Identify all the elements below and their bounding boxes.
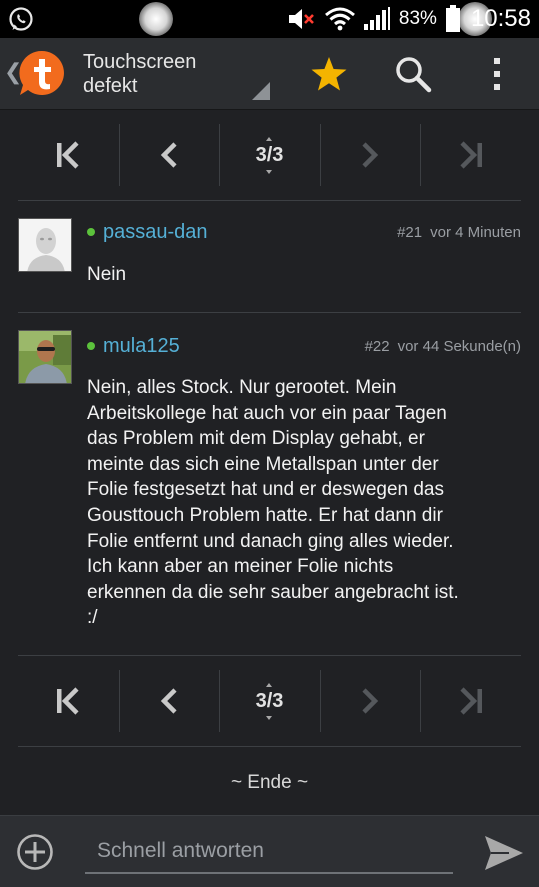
quick-reply-bar [0,815,539,887]
first-page-button[interactable] [18,110,119,200]
divider [18,312,521,313]
first-page-button[interactable] [18,656,119,746]
battery-icon [445,5,460,32]
post-body-line: :/ [87,607,98,629]
status-bar: 83% 10:58 [0,0,539,38]
overflow-menu-icon [494,58,500,90]
post-item: passau-dan #21 vor 4 Minuten Nein [18,218,521,313]
thread-title[interactable]: Touchscreen defekt [83,50,253,98]
previous-page-icon [160,142,177,168]
post-item: mula125 #22 vor 44 Sekunde(n) Nein, alles… [18,330,521,650]
star-icon [311,57,347,91]
signal-icon [363,7,390,30]
post-time: vor 4 Minuten [430,224,521,241]
search-button[interactable] [391,52,435,96]
thread-title-line1: Touchscreen [83,51,197,73]
online-indicator [87,342,95,350]
post-time: vor 44 Sekunde(n) [397,338,521,355]
post-username[interactable]: passau-dan [103,221,208,244]
next-page-button[interactable] [319,656,421,746]
clock: 10:58 [470,5,531,32]
post-body: Nein [87,264,127,285]
post-body-line: Gousttouch Problem hatte. Er hat dann di… [87,504,443,526]
online-indicator [87,228,95,236]
last-page-button[interactable] [420,656,521,746]
post-body-line: meinte das sich eine Metallspan unter de… [87,453,439,475]
post-body-line: Nein, alles Stock. Nur gerootet. Mein [87,377,397,398]
add-attachment-icon[interactable] [16,833,54,871]
post-body-line: Arbeitskollege hat auch vor ein paar Tag… [87,402,447,424]
thread-title-line2: defekt [83,75,138,97]
post-meta: #22 vor 44 Sekunde(n) [365,338,521,355]
divider [18,200,521,201]
search-icon [396,57,432,93]
pager-bottom: 3/3 [18,656,521,746]
post-number: #21 [397,224,423,241]
first-page-icon [57,687,79,715]
favorite-button[interactable] [307,52,351,96]
next-page-button[interactable] [319,110,421,200]
next-page-icon [362,688,379,714]
first-page-icon [57,141,79,169]
post-body-line: Ich kann aber an meiner Folie nichts [87,556,394,578]
post-body-line: das Problem mit dem Display gehabt, er [87,428,425,450]
post-body-line: erkennen da die sehr sauber angebracht i… [87,581,459,603]
page-indicator: 3/3 [255,682,284,720]
wifi-icon [324,7,355,31]
last-page-icon [460,141,482,169]
whatsapp-icon [9,7,33,31]
post-meta: #21 vor 4 Minuten [397,224,521,241]
tapatalk-logo[interactable] [17,48,67,98]
notification-blob [139,2,173,36]
page-indicator: 3/3 [255,136,284,174]
previous-page-button[interactable] [118,656,220,746]
battery-percent: 83% [398,8,437,29]
previous-page-button[interactable] [118,110,220,200]
quick-reply-input[interactable] [85,830,453,874]
page-selector[interactable]: 3/3 [219,110,320,200]
dropdown-corner-icon[interactable] [252,82,270,100]
previous-page-icon [160,688,177,714]
action-bar: ❮ Touchscreen defekt [0,38,539,110]
overflow-menu-button[interactable] [475,52,519,96]
post-body: Nein, alles Stock. Nur gerootet. Mein Ar… [87,375,517,631]
end-of-thread-label: ~ Ende ~ [230,772,309,793]
page-selector[interactable]: 3/3 [219,656,320,746]
post-body-line: Folie entfernt und danach ging alles wie… [87,530,454,552]
divider [18,746,521,747]
send-icon[interactable] [483,834,525,872]
last-page-button[interactable] [420,110,521,200]
post-body-line: Folie festgesetzt hat und er deswegen da… [87,479,445,501]
post-number: #22 [364,338,390,355]
pager-top: 3/3 [18,110,521,200]
avatar[interactable] [18,218,72,272]
mute-icon [288,9,314,29]
next-page-icon [362,142,379,168]
post-username[interactable]: mula125 [103,335,180,358]
last-page-icon [460,687,482,715]
avatar[interactable] [18,330,72,384]
